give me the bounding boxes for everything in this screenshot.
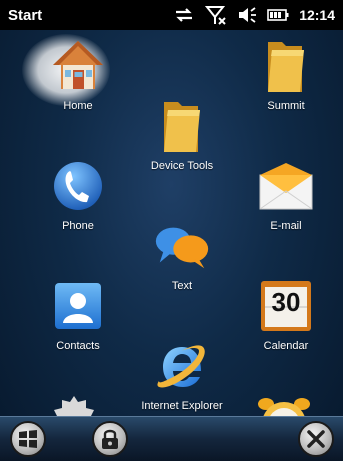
tile-text[interactable]: Text — [132, 216, 232, 292]
tile-summit-label: Summit — [267, 100, 305, 112]
contacts-icon — [48, 276, 108, 336]
tile-phone-label: Phone — [62, 220, 94, 232]
folder-icon — [152, 96, 212, 156]
internet-explorer-icon — [152, 336, 212, 396]
calendar-day-number: 30 — [271, 287, 301, 317]
home-icon — [48, 36, 108, 96]
tile-phone[interactable]: Phone — [28, 156, 128, 232]
status-bar: Start 12:14 — [0, 0, 343, 30]
tile-contacts-label: Contacts — [56, 340, 100, 352]
email-icon — [256, 156, 316, 216]
tile-email-label: E-mail — [270, 220, 302, 232]
tile-calendar-label: Calendar — [263, 340, 309, 352]
phone-icon — [48, 156, 108, 216]
tile-summit[interactable]: Summit — [236, 36, 336, 112]
lock-button[interactable] — [92, 421, 128, 457]
tile-text-label: Text — [171, 280, 193, 292]
tile-email[interactable]: E-mail — [236, 156, 336, 232]
clock-time[interactable]: 12:14 — [299, 7, 335, 23]
tile-internet-explorer-label: Internet Explorer — [141, 400, 223, 412]
status-title[interactable]: Start — [8, 7, 173, 24]
tile-home[interactable]: Home — [28, 36, 128, 112]
windows-logo-icon — [19, 430, 37, 448]
text-message-icon — [152, 216, 212, 276]
tile-device-tools-label: Device Tools — [150, 160, 214, 172]
volume-icon[interactable] — [237, 6, 257, 24]
folder-icon — [256, 36, 316, 96]
tile-home-label: Home — [63, 100, 93, 112]
close-icon — [307, 430, 325, 448]
tile-contacts[interactable]: Contacts — [28, 276, 128, 352]
windows-start-button[interactable] — [10, 421, 46, 457]
lock-icon — [102, 429, 118, 449]
sync-arrows-icon[interactable] — [173, 6, 195, 24]
signal-off-icon[interactable] — [205, 5, 227, 25]
soft-key-bar — [0, 416, 343, 461]
close-button[interactable] — [298, 421, 334, 457]
battery-icon[interactable] — [267, 8, 289, 22]
tile-internet-explorer[interactable]: Internet Explorer — [132, 336, 232, 412]
tile-device-tools[interactable]: Device Tools — [132, 96, 232, 172]
